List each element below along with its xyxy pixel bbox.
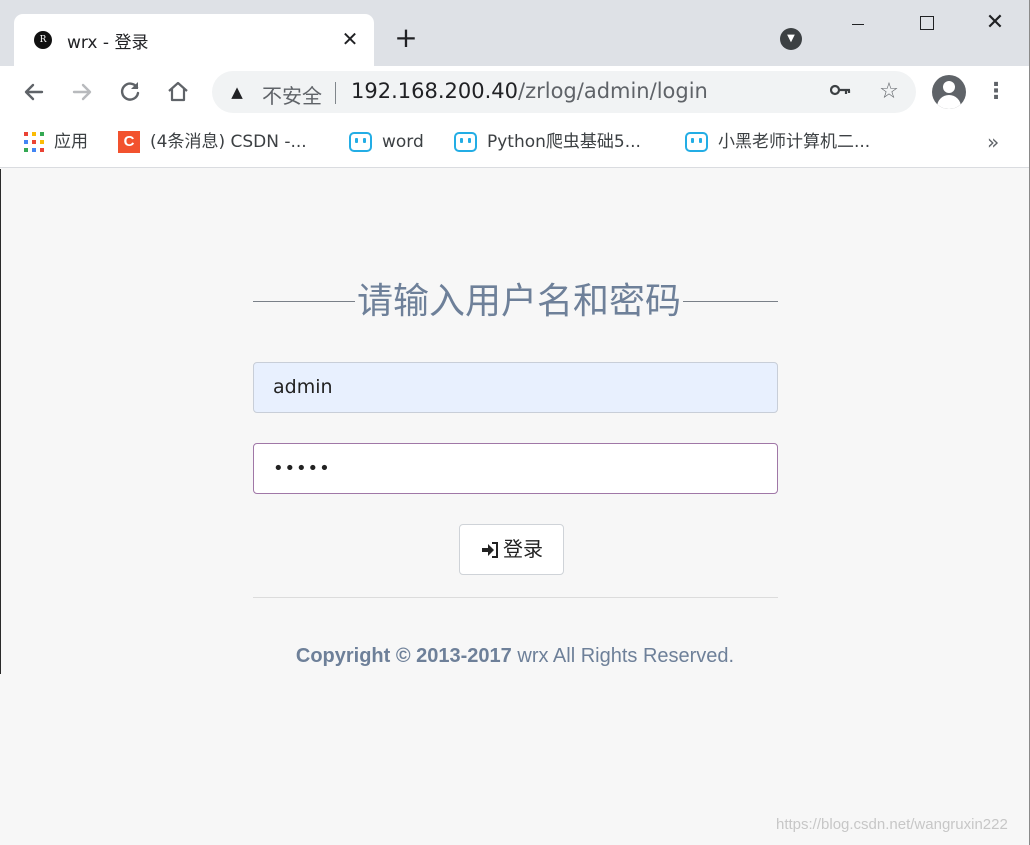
bookmarks-bar: 应用 C (4条消息) CSDN -... word Python爬虫基础5...…: [0, 118, 1030, 168]
login-heading: 请输入用户名和密码: [355, 277, 684, 327]
new-tab-button[interactable]: +: [393, 24, 419, 52]
site-favicon-icon: R: [34, 31, 52, 49]
bookmark-python[interactable]: Python爬虫基础5...: [454, 129, 641, 155]
url-host: 192.168.200.40: [351, 79, 518, 103]
bookmark-label: 小黑老师计算机二...: [718, 132, 871, 152]
login-heading-block: 请输入用户名和密码: [253, 277, 778, 327]
csdn-icon: C: [118, 131, 140, 153]
maximize-button[interactable]: [903, 10, 949, 36]
apps-grid-icon: [24, 132, 44, 152]
login-page: 请输入用户名和密码 admin ••••• 登录 Copyright © 201…: [0, 169, 1030, 845]
profile-avatar-icon[interactable]: [932, 75, 966, 109]
bookmark-label: 应用: [54, 132, 88, 152]
minimize-button[interactable]: [835, 10, 881, 36]
window-left-edge: [0, 169, 1, 674]
url-text[interactable]: 192.168.200.40/zrlog/admin/login: [351, 79, 708, 103]
bookmark-apps[interactable]: 应用: [24, 129, 88, 155]
bookmark-label: (4条消息) CSDN -...: [150, 132, 307, 152]
title-bar: R wrx - 登录 ✕ + ▼ ✕: [0, 0, 1030, 66]
bilibili-icon: [685, 132, 708, 152]
close-window-button[interactable]: ✕: [972, 10, 1018, 36]
warning-icon[interactable]: ▲: [228, 83, 246, 101]
watermark-text: https://blog.csdn.net/wangruxin222: [776, 816, 1008, 833]
form-divider: [253, 597, 778, 598]
bookmark-word[interactable]: word: [349, 129, 424, 155]
tab-title: wrx - 登录: [67, 33, 149, 53]
password-input[interactable]: •••••: [253, 443, 778, 494]
key-icon[interactable]: [828, 80, 854, 104]
address-bar[interactable]: ▲ 不安全 192.168.200.40/zrlog/admin/login ☆: [212, 71, 916, 113]
forward-arrow-icon[interactable]: [68, 78, 96, 106]
bookmark-star-icon[interactable]: ☆: [876, 79, 902, 105]
back-arrow-icon[interactable]: [20, 78, 48, 106]
bookmark-label: Python爬虫基础5...: [487, 132, 641, 152]
bookmark-label: word: [382, 132, 424, 152]
url-path: /zrlog/admin/login: [518, 79, 708, 103]
sign-in-icon: [480, 527, 500, 576]
home-icon[interactable]: [164, 78, 192, 106]
login-button-label: 登录: [503, 537, 543, 561]
tab-search-icon[interactable]: ▼: [780, 28, 802, 50]
security-label[interactable]: 不安全: [262, 80, 322, 109]
bilibili-icon: [349, 132, 372, 152]
close-tab-icon[interactable]: ✕: [338, 27, 362, 51]
browser-toolbar: ▲ 不安全 192.168.200.40/zrlog/admin/login ☆…: [0, 66, 1030, 118]
username-input[interactable]: admin: [253, 362, 778, 413]
copyright-suffix: wrx All Rights Reserved.: [511, 645, 735, 667]
login-button[interactable]: 登录: [459, 524, 564, 575]
reload-icon[interactable]: [116, 78, 144, 106]
bookmark-xiaohei[interactable]: 小黑老师计算机二...: [685, 129, 870, 155]
bilibili-icon: [454, 132, 477, 152]
more-menu-icon[interactable]: ⋮: [984, 78, 1008, 106]
copyright-prefix: Copyright © 2013-2017: [295, 645, 512, 667]
active-tab[interactable]: R wrx - 登录 ✕: [14, 14, 374, 66]
address-separator: [335, 82, 336, 104]
copyright-text: Copyright © 2013-2017 wrx All Rights Res…: [0, 645, 1030, 668]
bookmarks-overflow-icon[interactable]: »: [987, 129, 999, 155]
bookmark-csdn[interactable]: C (4条消息) CSDN -...: [118, 129, 307, 155]
